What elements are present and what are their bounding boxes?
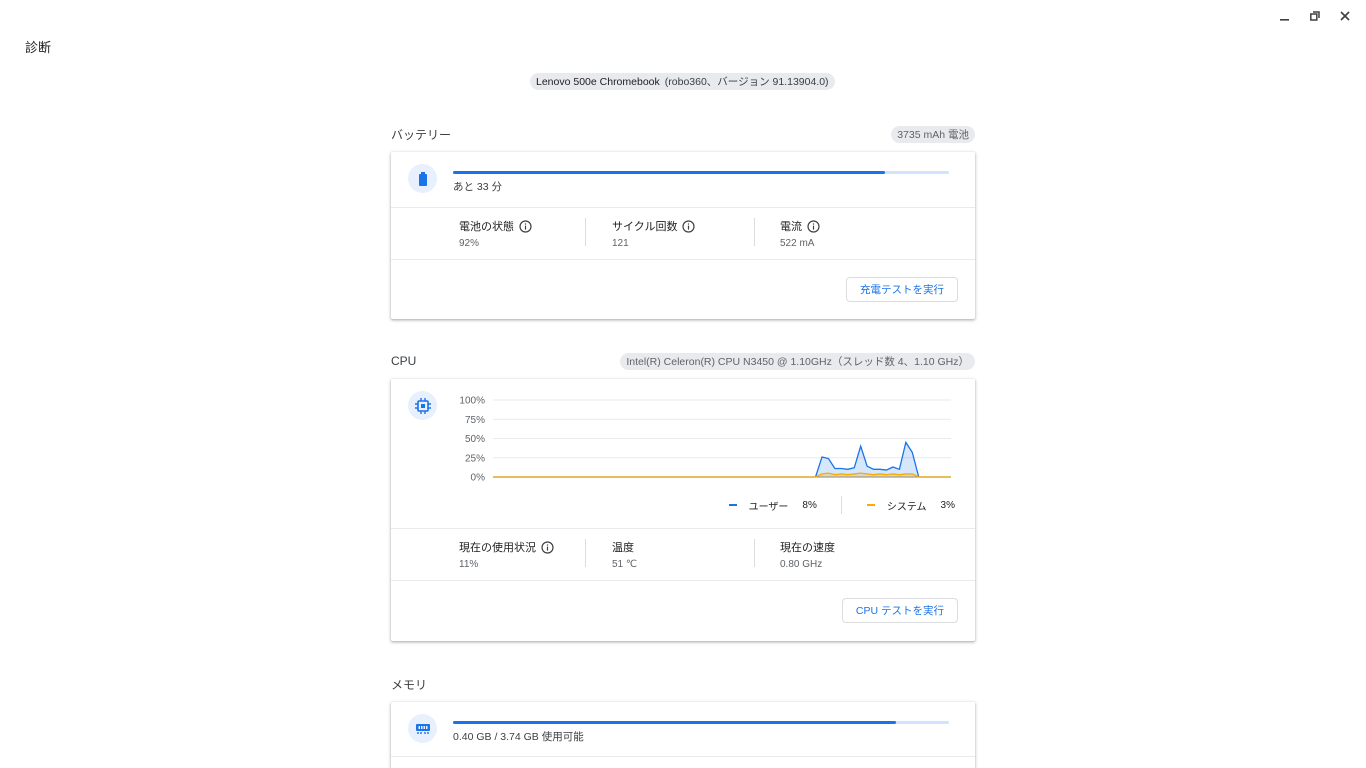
y-tick-label: 0% — [471, 473, 486, 484]
window-controls — [1272, 6, 1358, 26]
cpu-speed-label: 現在の速度 — [780, 542, 835, 554]
device-version: (robo360、バージョン 91.13904.0) — [664, 76, 829, 88]
battery-capacity-chip: 3735 mAh 電池 — [891, 125, 975, 143]
memory-stats-row — [391, 757, 975, 768]
run-charge-test-button[interactable]: 充電テストを実行 — [846, 277, 958, 302]
legend-item-system: システム 3% — [866, 498, 955, 513]
series-area-user — [493, 442, 951, 477]
memory-usage-bar — [453, 721, 949, 724]
legend-user-value: 8% — [802, 499, 817, 511]
battery-charge-row: あと 33 分 — [391, 152, 975, 208]
cpu-icon-badge — [408, 391, 437, 420]
minimize-icon — [1280, 19, 1289, 21]
memory-usage-row: 0.40 GB / 3.74 GB 使用可能 — [391, 702, 975, 757]
cpu-card: 100% 75% 50% 25% 0% ユーザー 8% システム 3% 現在の使用状況 — [391, 379, 975, 641]
run-cpu-test-button[interactable]: CPU テストを実行 — [841, 598, 958, 623]
battery-action-row: 充電テストを実行 — [391, 260, 975, 319]
info-icon[interactable] — [682, 219, 696, 233]
device-model: Lenovo 500e Chromebook — [536, 75, 660, 88]
cpu-chart-legend: ユーザー 8% システム 3% — [728, 496, 955, 514]
close-button[interactable] — [1332, 6, 1358, 26]
cpu-chart-row: 100% 75% 50% 25% 0% ユーザー 8% システム 3% — [391, 379, 975, 529]
battery-health-label: 電池の状態 — [459, 221, 514, 233]
battery-stats-row: 電池の状態 92% サイクル回数 121 電流 522 mA — [391, 208, 975, 260]
legend-swatch-system — [866, 504, 875, 506]
battery-charge-fill — [453, 171, 885, 174]
battery-remaining: あと 33 分 — [453, 181, 503, 193]
divider — [840, 496, 842, 514]
battery-cycle-stat: サイクル回数 121 — [585, 208, 755, 259]
y-tick-label: 100% — [459, 396, 485, 407]
close-icon — [1340, 11, 1350, 21]
battery-cycle-value: 121 — [612, 238, 629, 249]
y-tick-label: 25% — [465, 453, 485, 464]
battery-health-stat: 電池の状態 92% — [391, 208, 586, 259]
legend-item-user: ユーザー 8% — [728, 498, 817, 513]
cpu-usage-value: 11% — [459, 559, 479, 570]
cpu-section-header: CPU Intel(R) Celeron(R) CPU N3450 @ 1.10… — [391, 352, 975, 370]
minimize-button[interactable] — [1272, 6, 1298, 26]
info-icon[interactable] — [807, 219, 820, 233]
battery-cycle-label: サイクル回数 — [612, 221, 678, 233]
memory-section-header: メモリ — [391, 675, 975, 693]
legend-system-value: 3% — [940, 499, 955, 511]
memory-icon-badge — [408, 714, 437, 743]
battery-icon-badge — [408, 164, 437, 193]
cpu-usage-label: 現在の使用状況 — [459, 542, 536, 554]
memory-title: メモリ — [391, 677, 428, 692]
legend-swatch-user — [728, 504, 737, 506]
cpu-temperature-value: 51 ℃ — [612, 559, 638, 570]
memory-icon — [415, 723, 430, 734]
legend-user-label: ユーザー — [748, 501, 789, 513]
battery-health-value: 92% — [459, 238, 480, 249]
restore-button[interactable] — [1302, 6, 1328, 26]
cpu-speed-value: 0.80 GHz — [780, 559, 823, 570]
battery-icon — [418, 171, 427, 186]
y-tick-label: 50% — [465, 434, 485, 445]
battery-charge-bar — [453, 171, 949, 174]
cpu-temperature-stat: 温度 51 ℃ — [585, 529, 755, 580]
app-title: 診断 — [25, 40, 52, 55]
info-icon[interactable] — [519, 219, 532, 233]
memory-usage-text: 0.40 GB / 3.74 GB 使用可能 — [453, 731, 584, 743]
cpu-speed-stat: 現在の速度 0.80 GHz — [754, 529, 975, 580]
battery-section-header: バッテリー 3735 mAh 電池 — [391, 125, 975, 143]
cpu-action-row: CPU テストを実行 — [391, 581, 975, 640]
battery-title: バッテリー — [391, 127, 452, 142]
cpu-usage-stat: 現在の使用状況 11% — [391, 529, 586, 580]
device-info-chip: Lenovo 500e Chromebook (robo360、バージョン 91… — [530, 73, 835, 90]
battery-current-label: 電流 — [780, 221, 802, 233]
legend-system-label: システム — [886, 501, 927, 513]
cpu-model-chip: Intel(R) Celeron(R) CPU N3450 @ 1.10GHz（… — [620, 352, 975, 370]
battery-current-stat: 電流 522 mA — [754, 208, 975, 259]
restore-icon — [1310, 11, 1320, 21]
cpu-icon — [414, 397, 431, 414]
cpu-stats-row: 現在の使用状況 11% 温度 51 ℃ 現在の速度 0.80 GHz — [391, 529, 975, 581]
memory-card: 0.40 GB / 3.74 GB 使用可能 — [391, 702, 975, 768]
cpu-title: CPU — [391, 354, 417, 368]
info-icon[interactable] — [541, 540, 554, 554]
cpu-temperature-label: 温度 — [612, 542, 634, 554]
battery-card: あと 33 分 電池の状態 92% サイクル回数 121 電流 522 mA 充… — [391, 152, 975, 319]
cpu-usage-chart: 100% 75% 50% 25% 0% — [459, 396, 951, 484]
memory-usage-fill — [453, 721, 896, 724]
y-tick-label: 75% — [465, 415, 485, 426]
battery-current-value: 522 mA — [780, 238, 815, 249]
